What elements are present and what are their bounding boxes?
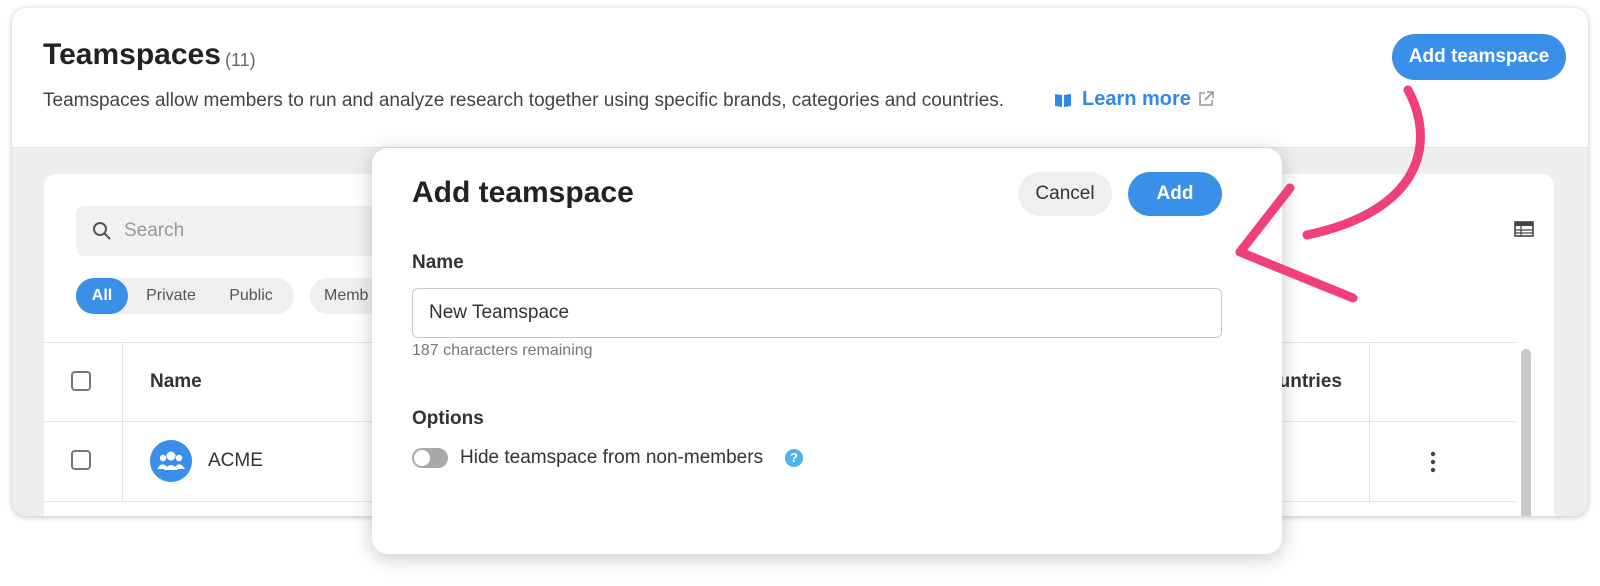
characters-remaining: 187 characters remaining <box>412 342 593 359</box>
help-icon[interactable]: ? <box>785 449 803 467</box>
table-view-icon[interactable] <box>1514 221 1534 237</box>
column-divider <box>1369 343 1370 421</box>
select-all-checkbox[interactable] <box>71 371 91 391</box>
column-divider <box>122 343 123 421</box>
filter-private[interactable]: Private <box>138 278 204 314</box>
dialog-title: Add teamspace <box>412 176 634 209</box>
visibility-filter: All Private Public <box>76 278 294 314</box>
add-teamspace-button[interactable]: Add teamspace <box>1392 34 1566 80</box>
learn-more-link[interactable]: Learn more <box>1082 88 1191 111</box>
name-input[interactable] <box>412 288 1222 338</box>
row-checkbox[interactable] <box>71 450 91 470</box>
column-name[interactable]: Name <box>150 371 202 393</box>
hide-teamspace-toggle[interactable] <box>412 448 448 468</box>
team-avatar-icon <box>150 440 192 482</box>
add-teamspace-dialog: Add teamspace Cancel Add Name 187 charac… <box>372 148 1282 554</box>
table-scrollbar[interactable] <box>1521 349 1531 516</box>
add-button[interactable]: Add <box>1128 172 1222 216</box>
arrow-annotation <box>1235 85 1425 303</box>
row-name: ACME <box>208 450 263 471</box>
filter-public[interactable]: Public <box>218 278 284 314</box>
hide-teamspace-label: Hide teamspace from non-members <box>460 447 764 468</box>
teamspace-count: (11) <box>225 50 256 70</box>
options-label: Options <box>412 408 484 429</box>
cancel-button[interactable]: Cancel <box>1018 172 1112 216</box>
toggle-knob <box>414 450 430 466</box>
name-label: Name <box>412 252 464 273</box>
book-icon <box>1055 94 1071 107</box>
page-description: Teamspaces allow members to run and anal… <box>43 90 1005 111</box>
kebab-menu-icon[interactable] <box>1429 450 1437 474</box>
column-divider <box>1369 422 1370 501</box>
column-divider <box>122 422 123 501</box>
search-icon <box>93 222 111 240</box>
page-title: Teamspaces <box>43 38 221 71</box>
external-link-icon[interactable] <box>1197 90 1215 108</box>
search-input[interactable]: Search <box>76 206 406 256</box>
search-placeholder: Search <box>124 220 185 241</box>
filter-all[interactable]: All <box>76 278 128 314</box>
